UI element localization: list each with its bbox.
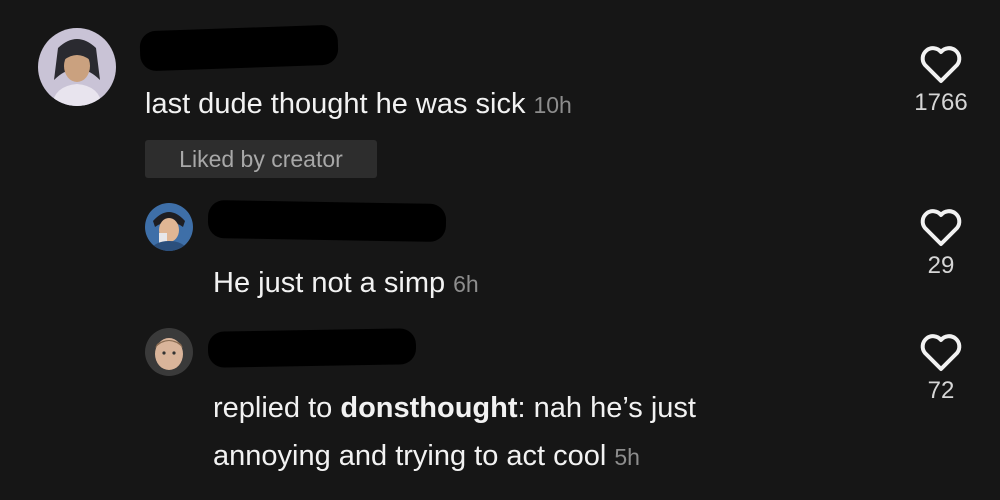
reply-time: 5h xyxy=(614,444,640,470)
liked-by-creator-badge: Liked by creator xyxy=(145,140,377,178)
comment-time: 10h xyxy=(533,92,572,118)
heart-outline-icon[interactable] xyxy=(919,208,963,248)
reply-body: replied to donsthought: nah he’s just xyxy=(213,385,696,431)
like-button[interactable]: 72 xyxy=(896,333,986,405)
heart-outline-icon[interactable] xyxy=(919,45,963,85)
like-count: 1766 xyxy=(914,89,968,116)
reply-body: He just not a simp 6h xyxy=(213,260,479,307)
redacted-username xyxy=(139,24,339,72)
like-button[interactable]: 29 xyxy=(896,208,986,280)
like-count: 29 xyxy=(927,252,955,279)
reply-prefix: replied to xyxy=(213,392,341,424)
replier-avatar[interactable] xyxy=(145,328,193,376)
like-button[interactable]: 1766 xyxy=(896,45,986,117)
reply-text-line2: annoying and trying to act cool xyxy=(213,440,607,472)
heart-outline-icon[interactable] xyxy=(919,333,963,373)
reply-time: 6h xyxy=(453,271,479,297)
redacted-username xyxy=(207,328,417,368)
commenter-avatar[interactable] xyxy=(38,28,116,106)
comment-body: last dude thought he was sick 10h xyxy=(145,81,572,128)
comment-text: last dude thought he was sick xyxy=(145,88,526,120)
reply-text-line1: : nah he’s just xyxy=(517,392,696,424)
reply-body-line2: annoying and trying to act cool 5h xyxy=(213,433,640,480)
mention-link[interactable]: donsthought xyxy=(340,392,517,424)
reply-text: He just not a simp xyxy=(213,267,446,299)
replier-avatar[interactable] xyxy=(145,203,193,251)
like-count: 72 xyxy=(927,377,955,404)
redacted-username xyxy=(207,199,447,243)
comments-section: last dude thought he was sick 10h Liked b… xyxy=(0,0,1000,500)
